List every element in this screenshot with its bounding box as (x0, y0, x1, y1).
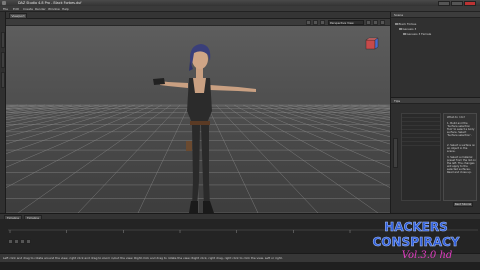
scene-node[interactable]: Genesis 3 (399, 27, 416, 31)
grid-line (6, 104, 163, 188)
taskbar (0, 262, 480, 270)
viewport-layout-button[interactable] (373, 20, 378, 25)
watermark-logo: HACKERS CONSPIRACY Vol.3.0 hd (372, 220, 460, 261)
viewport-layout-button[interactable] (366, 20, 371, 25)
window-title: DAZ Studio 4.8 Pro - Black Forbes.duf (18, 1, 82, 5)
scene-node[interactable]: Black Forbes (395, 22, 416, 26)
grid-line (6, 104, 127, 137)
scene-node[interactable]: Genesis 3 Female (403, 32, 431, 36)
grid-line (341, 104, 390, 112)
app-icon (2, 1, 6, 5)
grid-line (6, 104, 118, 132)
tab-scene[interactable]: Scene (394, 13, 403, 17)
next-tutorial-button[interactable]: Next Tutorial (453, 202, 473, 207)
grid-line (269, 104, 390, 137)
grid-line (242, 104, 390, 168)
menu-edit[interactable]: Edit (13, 7, 19, 11)
logo-line-2: CONSPIRACY (373, 235, 460, 249)
status-text: Left click and drag to rotate around the… (3, 256, 283, 260)
prev-frame-button[interactable] (20, 239, 25, 244)
navigation-cube[interactable] (364, 37, 380, 53)
next-frame-button[interactable] (26, 239, 31, 244)
tips-text-box: What do I do? 1. Build and the 'Surface … (443, 113, 477, 201)
close-button[interactable] (464, 0, 476, 6)
viewport[interactable]: Perspective View (6, 19, 390, 213)
grid-line (6, 104, 109, 127)
grid-line (314, 104, 390, 118)
grid-line (377, 104, 390, 107)
tab-tips[interactable]: Tips (394, 99, 400, 103)
left-pane-tab[interactable] (1, 52, 5, 68)
tips-step: 3. Select a material preset from the lis… (447, 156, 476, 174)
logo-line-3: Vol.3.0 hd (402, 250, 453, 261)
grid-line (6, 104, 82, 118)
viewport-toolbar: Perspective View (6, 19, 390, 26)
tips-step: 1. Build and the 'Surface selection Tool… (447, 122, 475, 137)
menu-help[interactable]: Help (62, 7, 69, 11)
menu-window[interactable]: Window (48, 7, 60, 11)
viewport-tab-bar: Viewport (6, 12, 390, 19)
menu-render[interactable]: Render (35, 7, 46, 11)
stop-button[interactable] (14, 239, 19, 244)
viewport-option-button[interactable] (320, 20, 325, 25)
grid-line (287, 104, 390, 127)
grid-line (6, 104, 145, 154)
grid-line (6, 104, 28, 108)
node-icon (399, 27, 402, 31)
tips-pane-header: Tips (391, 98, 480, 104)
grid-line (6, 104, 100, 124)
grid-line (6, 104, 19, 107)
scene-pane-header: Scene (391, 12, 480, 18)
logo-line-1: HACKERS (384, 220, 448, 234)
viewport-option-button[interactable] (306, 20, 311, 25)
character-figure[interactable] (152, 31, 262, 213)
left-pane-tab[interactable] (1, 32, 5, 48)
grid-line (296, 104, 390, 124)
viewport-option-button[interactable] (313, 20, 318, 25)
grid-line (6, 104, 154, 168)
menu-create[interactable]: Create (23, 7, 33, 11)
tips-pane: Tips What do I do? 1. Build and the 'Sur… (390, 97, 480, 213)
grid-line (368, 104, 390, 108)
tips-side-tab[interactable] (393, 138, 398, 168)
camera-select[interactable]: Perspective View (328, 20, 364, 25)
tips-list[interactable] (401, 113, 441, 201)
scene-pane: Scene Black Forbes Genesis 3 Genesis 3 F… (390, 12, 480, 97)
node-icon (395, 22, 398, 26)
grid-line (17, 104, 172, 213)
transport-controls (8, 239, 98, 245)
left-pane-tab[interactable] (1, 72, 5, 88)
grid-line (251, 104, 390, 154)
grid-line (278, 104, 390, 132)
minimize-button[interactable] (438, 0, 450, 6)
node-icon (403, 32, 406, 36)
tips-heading: What do I do? (447, 116, 465, 119)
grid-line (6, 104, 55, 112)
maximize-button[interactable] (451, 0, 463, 6)
viewport-layout-button[interactable] (380, 20, 385, 25)
menu-file[interactable]: File (3, 7, 8, 11)
play-button[interactable] (8, 239, 13, 244)
tips-step: 2. Select a surface on an object in the … (447, 144, 476, 153)
